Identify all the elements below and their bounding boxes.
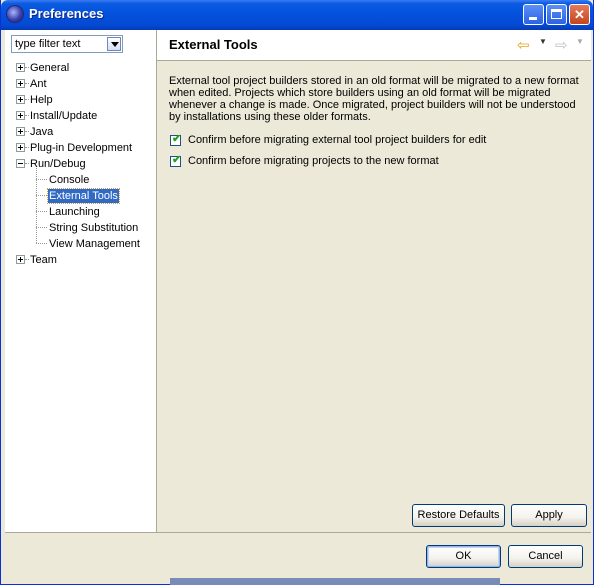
tree-item-install-update[interactable]: Install/Update — [5, 108, 156, 124]
checkmark-icon: ✔ — [172, 133, 182, 145]
forward-arrow-icon[interactable]: ⇨ — [555, 36, 568, 54]
tree-item-external-tools[interactable]: External Tools — [5, 188, 156, 204]
preference-tree-pane: type filter text General Ant Help Install/U… — [5, 30, 157, 532]
tree-item-help[interactable]: Help — [5, 92, 156, 108]
tree-connector — [36, 179, 47, 180]
page-description: External tool project builders stored in… — [169, 75, 579, 123]
close-button[interactable]: ✕ — [569, 4, 590, 25]
minimize-button[interactable] — [523, 4, 544, 25]
restore-defaults-button[interactable]: Restore Defaults — [412, 504, 505, 527]
tree-item-label[interactable]: Run/Debug — [29, 157, 87, 171]
tree-item-label[interactable]: Help — [29, 93, 54, 107]
eclipse-logo-icon — [7, 6, 23, 22]
preferences-window: Preferences ✕ type filter text General An… — [0, 0, 594, 585]
tree-item-java[interactable]: Java — [5, 124, 156, 140]
maximize-button[interactable] — [546, 4, 567, 25]
filter-dropdown-button[interactable] — [107, 37, 121, 51]
tree-item-console[interactable]: Console — [5, 172, 156, 188]
tree-item-label[interactable]: Plug-in Development — [29, 141, 133, 155]
tree-item-run-debug[interactable]: Run/Debug — [5, 156, 156, 172]
forward-history-dropdown-icon[interactable]: ▼ — [576, 37, 584, 46]
confirm-builder-migration-label[interactable]: Confirm before migrating external tool p… — [188, 134, 486, 146]
maximize-icon — [551, 9, 562, 19]
expand-icon[interactable] — [16, 127, 25, 136]
cancel-button[interactable]: Cancel — [508, 545, 583, 568]
expand-icon[interactable] — [16, 111, 25, 120]
expand-icon[interactable] — [16, 79, 25, 88]
tree-connector — [36, 243, 47, 244]
tree-connector — [36, 211, 47, 212]
expand-icon[interactable] — [16, 143, 25, 152]
confirm-project-migration-checkbox[interactable]: ✔ — [170, 154, 182, 167]
filter-combo[interactable]: type filter text — [11, 35, 123, 53]
apply-button[interactable]: Apply — [511, 504, 587, 527]
tree-item-team[interactable]: Team — [5, 252, 156, 268]
tree-connector — [36, 195, 47, 196]
confirm-project-migration-label[interactable]: Confirm before migrating projects to the… — [188, 155, 439, 167]
page-title: External Tools — [169, 37, 258, 52]
tree-connector — [36, 227, 47, 228]
tree-item-label[interactable]: Launching — [48, 205, 101, 219]
close-icon: ✕ — [574, 7, 585, 22]
expand-icon[interactable] — [16, 255, 25, 264]
checkmark-icon: ✔ — [172, 154, 182, 166]
ok-button[interactable]: OK — [426, 545, 501, 568]
tree-item-launching[interactable]: Launching — [5, 204, 156, 220]
tree-item-view-management[interactable]: View Management — [5, 236, 156, 252]
filter-input[interactable]: type filter text — [15, 38, 80, 50]
window-title: Preferences — [29, 6, 104, 21]
tree-item-label[interactable]: Team — [29, 253, 58, 267]
tree-connector — [36, 168, 37, 243]
page-header: External Tools ⇦ ▼ ⇨ ▼ — [157, 30, 591, 61]
expand-icon[interactable] — [16, 95, 25, 104]
tree-item-label[interactable]: View Management — [48, 237, 141, 251]
tree-item-plug-in-development[interactable]: Plug-in Development — [5, 140, 156, 156]
tree-item-label[interactable]: Console — [48, 173, 90, 187]
tree-item-label[interactable]: Java — [29, 125, 54, 139]
collapse-icon[interactable] — [16, 159, 25, 168]
tree-item-label[interactable]: General — [29, 61, 70, 75]
chevron-down-icon — [111, 42, 119, 47]
back-history-dropdown-icon[interactable]: ▼ — [539, 37, 547, 46]
tree-item-label[interactable]: External Tools — [47, 188, 120, 204]
preference-page: External Tools ⇦ ▼ ⇨ ▼ External tool pro… — [157, 30, 591, 532]
tree-item-general[interactable]: General — [5, 60, 156, 76]
tree-item-label[interactable]: String Substitution — [48, 221, 139, 235]
back-arrow-icon[interactable]: ⇦ — [517, 36, 530, 54]
minimize-icon — [529, 17, 537, 20]
tree-item-ant[interactable]: Ant — [5, 76, 156, 92]
tree-item-label[interactable]: Ant — [29, 77, 48, 91]
title-bar[interactable]: Preferences ✕ — [1, 0, 593, 30]
tree-item-string-substitution[interactable]: String Substitution — [5, 220, 156, 236]
confirm-builder-migration-checkbox[interactable]: ✔ — [170, 133, 182, 146]
background-taskbar-strip — [170, 578, 500, 585]
expand-icon[interactable] — [16, 63, 25, 72]
tree-item-label[interactable]: Install/Update — [29, 109, 98, 123]
divider — [5, 532, 591, 533]
